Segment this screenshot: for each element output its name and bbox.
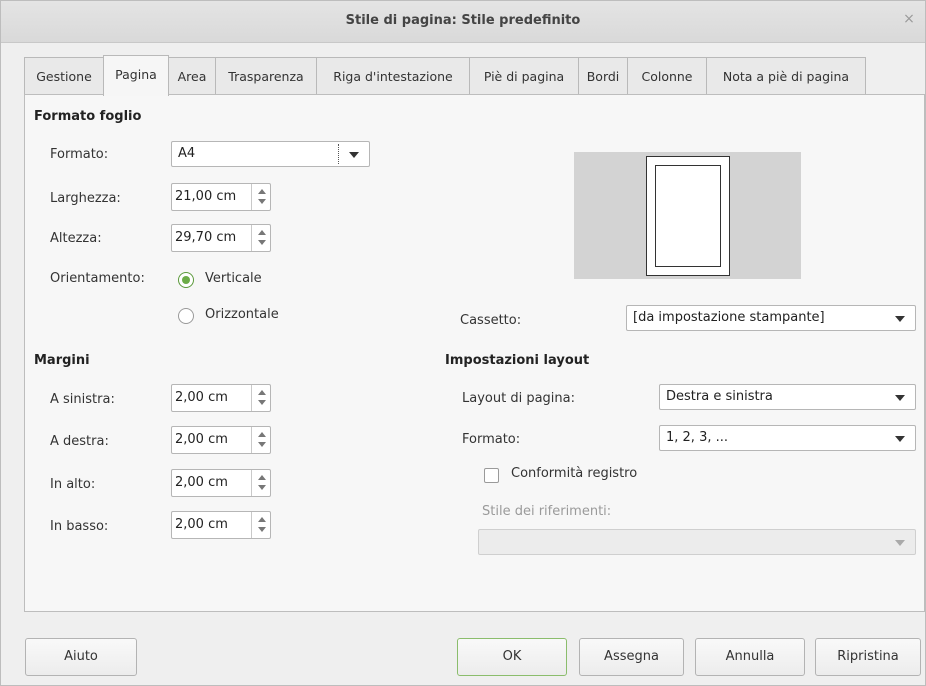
register-true-label[interactable]: Conformità registro (511, 466, 637, 481)
numbering-select[interactable]: 1, 2, 3, ... (659, 425, 916, 451)
tab-gestione[interactable]: Gestione (24, 57, 104, 95)
format-value: A4 (178, 146, 196, 161)
margin-top-label: In alto: (50, 477, 96, 492)
landscape-radio[interactable] (178, 308, 194, 324)
margin-left-value: 2,00 cm (175, 390, 228, 405)
spin-up-icon[interactable] (258, 432, 266, 437)
tab-riga-intestazione[interactable]: Riga d'intestazione (316, 57, 470, 95)
chevron-down-icon (895, 395, 905, 401)
tray-value: [da impostazione stampante] (633, 310, 825, 325)
reset-button[interactable]: Ripristina (815, 638, 921, 676)
width-value: 21,00 cm (175, 189, 237, 204)
numbering-label: Formato: (462, 432, 521, 447)
spin-buttons[interactable] (251, 470, 270, 496)
register-true-checkbox[interactable] (484, 468, 499, 483)
dialog-title: Stile di pagina: Stile predefinito (345, 13, 581, 28)
tray-select[interactable]: [da impostazione stampante] (626, 305, 916, 331)
chevron-down-icon (895, 540, 905, 546)
spin-buttons[interactable] (251, 184, 270, 210)
margin-left-spinbox[interactable]: 2,00 cm (171, 384, 271, 412)
height-label: Altezza: (50, 231, 102, 246)
chevron-down-icon (349, 152, 359, 158)
spin-down-icon[interactable] (258, 442, 266, 447)
spin-down-icon[interactable] (258, 240, 266, 245)
chevron-down-icon (895, 316, 905, 322)
spin-down-icon[interactable] (258, 199, 266, 204)
reference-style-label: Stile dei riferimenti: (482, 504, 612, 519)
help-button[interactable]: Aiuto (25, 638, 137, 676)
margin-bottom-label: In basso: (50, 519, 109, 534)
margin-right-value: 2,00 cm (175, 432, 228, 447)
spin-up-icon[interactable] (258, 517, 266, 522)
tab-colonne[interactable]: Colonne (627, 57, 707, 95)
margin-left-label: A sinistra: (50, 392, 115, 407)
preview-page (646, 156, 730, 276)
margin-bottom-spinbox[interactable]: 2,00 cm (171, 511, 271, 539)
numbering-value: 1, 2, 3, ... (666, 430, 729, 445)
spin-up-icon[interactable] (258, 475, 266, 480)
orientation-label: Orientamento: (50, 271, 145, 286)
page-layout-select[interactable]: Destra e sinistra (659, 384, 916, 410)
spin-up-icon[interactable] (258, 390, 266, 395)
cancel-button[interactable]: Annulla (695, 638, 805, 676)
margins-heading: Margini (34, 353, 90, 368)
preview-margins (655, 165, 721, 267)
page-preview (574, 152, 801, 279)
spin-down-icon[interactable] (258, 400, 266, 405)
tab-bordi[interactable]: Bordi (578, 57, 628, 95)
chevron-down-icon (895, 436, 905, 442)
height-value: 29,70 cm (175, 230, 237, 245)
margin-right-label: A destra: (50, 434, 109, 449)
format-label: Formato: (50, 147, 109, 162)
spin-buttons[interactable] (251, 512, 270, 538)
tray-label: Cassetto: (460, 313, 522, 328)
page-layout-value: Destra e sinistra (666, 389, 773, 404)
margin-bottom-value: 2,00 cm (175, 517, 228, 532)
tab-trasparenza[interactable]: Trasparenza (215, 57, 317, 95)
spin-buttons[interactable] (251, 225, 270, 251)
margin-top-spinbox[interactable]: 2,00 cm (171, 469, 271, 497)
width-label: Larghezza: (50, 191, 121, 206)
tab-pagina[interactable]: Pagina (103, 55, 169, 96)
spin-buttons[interactable] (251, 427, 270, 453)
margin-top-value: 2,00 cm (175, 475, 228, 490)
height-spinbox[interactable]: 29,70 cm (171, 224, 271, 252)
page-layout-label: Layout di pagina: (462, 391, 575, 406)
spin-up-icon[interactable] (258, 189, 266, 194)
apply-button[interactable]: Assegna (579, 638, 684, 676)
width-spinbox[interactable]: 21,00 cm (171, 183, 271, 211)
format-select[interactable]: A4 (171, 141, 370, 167)
reference-style-select[interactable] (478, 529, 916, 555)
spin-up-icon[interactable] (258, 230, 266, 235)
title-bar[interactable]: Stile di pagina: Stile predefinito × (1, 1, 925, 43)
close-icon[interactable]: × (901, 11, 917, 27)
tab-area[interactable]: Area (168, 57, 216, 95)
landscape-label[interactable]: Orizzontale (205, 307, 279, 322)
layout-heading: Impostazioni layout (445, 353, 590, 368)
spin-down-icon[interactable] (258, 527, 266, 532)
portrait-label[interactable]: Verticale (205, 271, 262, 286)
margin-right-spinbox[interactable]: 2,00 cm (171, 426, 271, 454)
page-style-dialog: Stile di pagina: Stile predefinito × Ges… (0, 0, 926, 686)
spin-down-icon[interactable] (258, 485, 266, 490)
portrait-radio[interactable] (178, 272, 194, 288)
paper-format-heading: Formato foglio (34, 109, 142, 124)
ok-button[interactable]: OK (457, 638, 567, 676)
spin-buttons[interactable] (251, 385, 270, 411)
tab-pie-di-pagina[interactable]: Piè di pagina (469, 57, 579, 95)
tab-nota-pie-pagina[interactable]: Nota a piè di pagina (706, 57, 866, 95)
